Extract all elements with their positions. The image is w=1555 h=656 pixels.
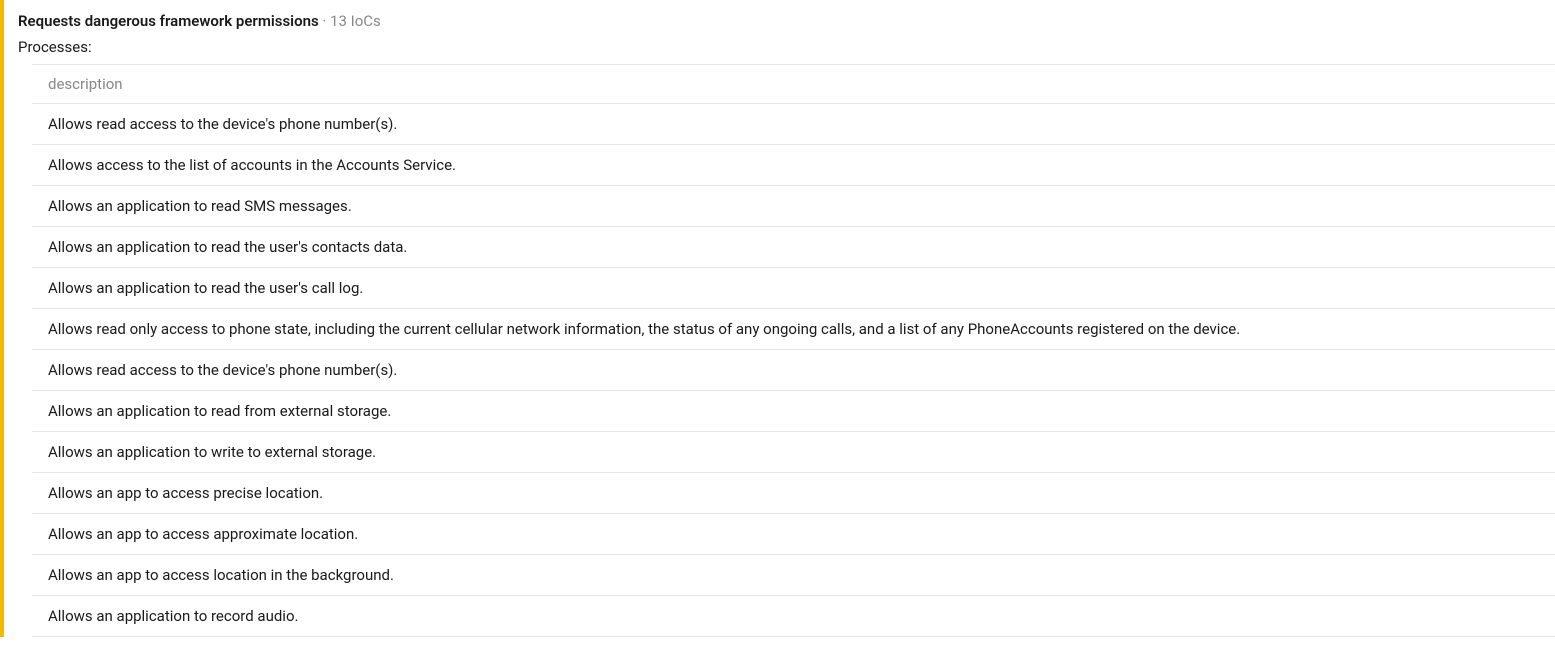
table-cell: Allows access to the list of accounts in… <box>32 145 1555 186</box>
table-row: Allows an app to access precise location… <box>32 473 1555 514</box>
column-header-description: description <box>32 65 1555 104</box>
separator: · <box>319 12 330 30</box>
table-cell: Allows an application to record audio. <box>32 596 1555 637</box>
table-row: Allows access to the list of accounts in… <box>32 145 1555 186</box>
table-row: Allows an app to access location in the … <box>32 555 1555 596</box>
table-cell: Allows an application to read the user's… <box>32 268 1555 309</box>
table-row: Allows an application to read the user's… <box>32 227 1555 268</box>
table-cell: Allows read access to the device's phone… <box>32 104 1555 145</box>
processes-label: Processes: <box>4 38 1555 64</box>
table-row: Allows an application to read SMS messag… <box>32 186 1555 227</box>
panel-header: Requests dangerous framework permissions… <box>4 0 1555 38</box>
table-cell: Allows an application to read the user's… <box>32 227 1555 268</box>
table-body: Allows read access to the device's phone… <box>32 104 1555 637</box>
table-row: Allows an app to access approximate loca… <box>32 514 1555 555</box>
table-cell: Allows an app to access precise location… <box>32 473 1555 514</box>
table-row: Allows read access to the device's phone… <box>32 350 1555 391</box>
table-cell: Allows read access to the device's phone… <box>32 350 1555 391</box>
table-cell: Allows read only access to phone state, … <box>32 309 1555 350</box>
table-cell: Allows an app to access location in the … <box>32 555 1555 596</box>
table-row: Allows an application to read the user's… <box>32 268 1555 309</box>
table-cell: Allows an application to read SMS messag… <box>32 186 1555 227</box>
table-row: Allows an application to write to extern… <box>32 432 1555 473</box>
table-cell: Allows an application to write to extern… <box>32 432 1555 473</box>
table-row: Allows an application to read from exter… <box>32 391 1555 432</box>
ioc-count: 13 IoCs <box>330 12 381 30</box>
panel-title: Requests dangerous framework permissions <box>18 12 319 30</box>
table-cell: Allows an app to access approximate loca… <box>32 514 1555 555</box>
table-row: Allows read only access to phone state, … <box>32 309 1555 350</box>
table-row: Allows an application to record audio. <box>32 596 1555 637</box>
permissions-table: description Allows read access to the de… <box>32 64 1555 637</box>
table-cell: Allows an application to read from exter… <box>32 391 1555 432</box>
permissions-panel: Requests dangerous framework permissions… <box>0 0 1555 637</box>
table-row: Allows read access to the device's phone… <box>32 104 1555 145</box>
